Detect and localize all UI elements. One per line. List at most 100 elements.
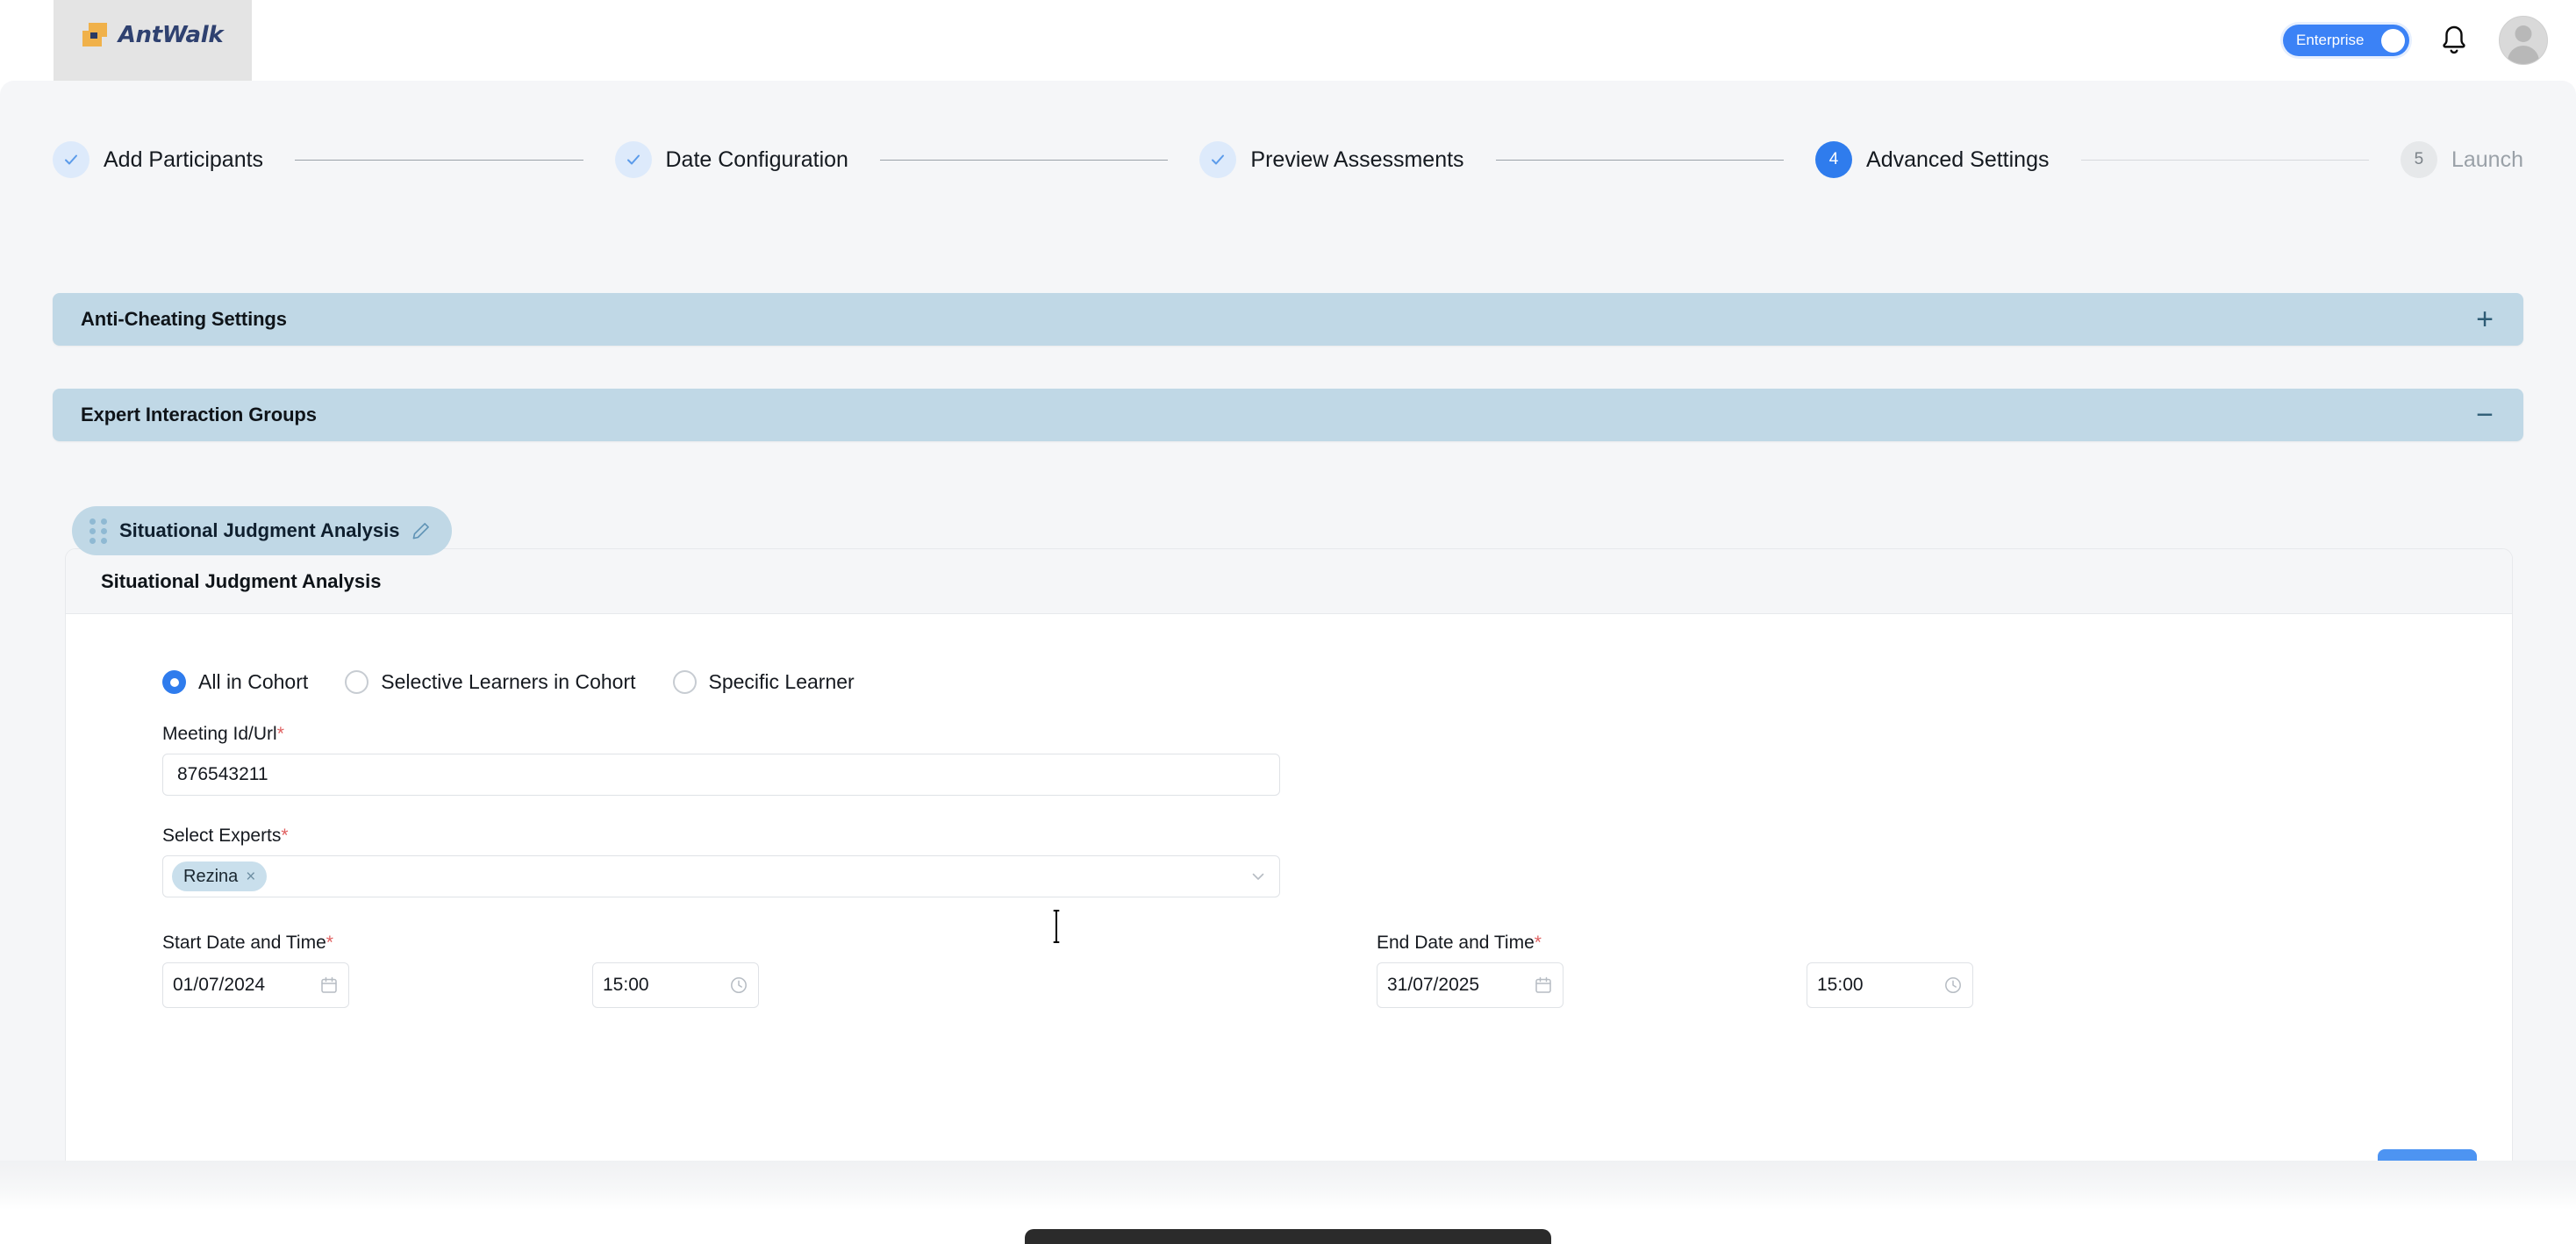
enterprise-toggle[interactable]: Enterprise [2283,25,2409,56]
meeting-id-url-input[interactable]: 876543211 [162,754,1280,796]
brand-logo[interactable]: AntWalk [54,0,252,81]
header-actions: Enterprise [2283,0,2548,81]
radio-all-in-cohort[interactable]: All in Cohort [162,670,308,694]
meeting-id-url-required-mark: * [277,724,284,744]
top-header-bar: AntWalk Enterprise [0,0,2576,81]
select-experts-input[interactable]: Rezina × [162,855,1280,897]
calendar-icon[interactable] [1534,976,1553,995]
audience-radio-group: All in Cohort Selective Learners in Coho… [162,670,2477,694]
enterprise-toggle-label: Enterprise [2296,32,2364,49]
avatar-head [2515,25,2532,42]
step-preview-assessments[interactable]: Preview Assessments [1199,141,1463,178]
accordion-anti-cheating-title: Anti-Cheating Settings [81,308,287,331]
save-button[interactable]: Save [2378,1149,2477,1161]
end-time-input[interactable]: 15:00 [1807,962,1973,1008]
radio-selective-learners[interactable]: Selective Learners in Cohort [345,670,635,694]
group-tab-situational-judgment-analysis[interactable]: Situational Judgment Analysis [72,506,452,555]
end-datetime-block: End Date and Time* 31/07/2025 [1377,933,1542,1008]
group-tab-label: Situational Judgment Analysis [119,519,399,542]
start-date-value: 01/07/2024 [173,975,265,996]
select-experts-required-mark: * [281,826,288,846]
drag-handle-icon[interactable] [89,518,107,544]
step-launch[interactable]: 5 Launch [2401,141,2523,178]
start-datetime-required-mark: * [326,933,333,953]
end-time-value: 15:00 [1817,975,1864,996]
field-select-experts: Select Experts* Rezina × [162,826,2477,897]
expert-tag-rezina-label: Rezina [183,867,238,887]
start-date-input[interactable]: 01/07/2024 [162,962,349,1008]
bottom-shade [0,1161,2576,1210]
step-5-number: 5 [2401,141,2437,178]
end-datetime-label-text: End Date and Time [1377,933,1535,953]
step-add-participants[interactable]: Add Participants [53,141,263,178]
step-1-status-icon [53,141,89,178]
step-3-label: Preview Assessments [1250,147,1463,173]
start-datetime-controls: 01/07/2024 15:00 [162,962,333,1008]
radio-specific-learner-dot[interactable] [673,670,697,694]
select-experts-label: Select Experts* [162,826,2477,847]
meeting-id-url-label: Meeting Id/Url* [162,724,2477,745]
accordion-anti-cheating-settings[interactable]: Anti-Cheating Settings + [53,293,2523,346]
bottom-device-nub [1025,1229,1551,1244]
end-datetime-label: End Date and Time* [1377,933,1542,954]
bell-icon[interactable] [2439,24,2469,57]
radio-selective-learners-dot[interactable] [345,670,369,694]
minus-icon[interactable]: − [2476,400,2494,430]
datetime-row: Start Date and Time* 01/07/2024 [162,933,2477,1029]
start-time-input[interactable]: 15:00 [592,962,759,1008]
step-2-label: Date Configuration [666,147,848,173]
form-zone: Meeting Id/Url* 876543211 Select Experts… [162,724,2477,1029]
bottom-strip [0,1161,2576,1244]
card-body: All in Cohort Selective Learners in Coho… [66,614,2512,1029]
start-datetime-block: Start Date and Time* 01/07/2024 [162,933,333,1008]
chevron-down-icon[interactable] [1249,868,1267,885]
radio-all-in-cohort-label: All in Cohort [198,670,308,694]
step-connector-3 [1496,160,1784,161]
brand-name: AntWalk [118,22,224,48]
page-shell: Add Participants Date Configuration Prev… [0,81,2576,1161]
radio-specific-learner-label: Specific Learner [709,670,855,694]
step-4-number: 4 [1815,141,1852,178]
start-datetime-label: Start Date and Time* [162,933,333,954]
step-connector-2 [880,160,1168,161]
clock-icon[interactable] [1943,976,1963,995]
end-datetime-required-mark: * [1535,933,1542,953]
toggle-knob [2381,29,2405,53]
step-date-configuration[interactable]: Date Configuration [615,141,848,178]
expert-group-card: Situational Judgment Analysis All in Coh… [65,548,2513,1161]
radio-selective-learners-label: Selective Learners in Cohort [381,670,635,694]
avatar[interactable] [2499,16,2548,65]
close-icon[interactable]: × [246,869,255,885]
meeting-id-url-value: 876543211 [177,764,268,785]
step-2-status-icon [615,141,652,178]
end-date-input[interactable]: 31/07/2025 [1377,962,1563,1008]
step-connector-1 [295,160,583,161]
plus-icon[interactable]: + [2476,304,2494,334]
meeting-id-url-label-text: Meeting Id/Url [162,724,277,744]
radio-all-in-cohort-dot[interactable] [162,670,186,694]
card-title: Situational Judgment Analysis [101,570,381,593]
accordion-expert-groups-title: Expert Interaction Groups [81,404,317,426]
card-header: Situational Judgment Analysis [66,549,2512,614]
field-meeting-id-url: Meeting Id/Url* 876543211 [162,724,2477,796]
radio-specific-learner[interactable]: Specific Learner [673,670,855,694]
start-datetime-label-text: Start Date and Time [162,933,326,953]
step-5-label: Launch [2451,147,2523,173]
start-time-value: 15:00 [603,975,649,996]
step-4-label: Advanced Settings [1866,147,2049,173]
accordion-expert-interaction-groups[interactable]: Expert Interaction Groups − [53,389,2523,441]
wizard-stepper: Add Participants Date Configuration Prev… [53,133,2523,186]
step-1-label: Add Participants [104,147,263,173]
avatar-body [2508,46,2539,65]
expert-tag-rezina[interactable]: Rezina × [172,862,267,891]
step-connector-4 [2081,160,2369,161]
calendar-icon[interactable] [319,976,339,995]
end-date-value: 31/07/2025 [1387,975,1479,996]
step-advanced-settings[interactable]: 4 Advanced Settings [1815,141,2049,178]
pencil-edit-icon[interactable] [411,521,431,540]
antwalk-logo-icon [82,23,109,47]
step-3-status-icon [1199,141,1236,178]
end-datetime-controls: 31/07/2025 15:00 [1377,962,1542,1008]
select-experts-label-text: Select Experts [162,826,281,846]
clock-icon[interactable] [729,976,748,995]
